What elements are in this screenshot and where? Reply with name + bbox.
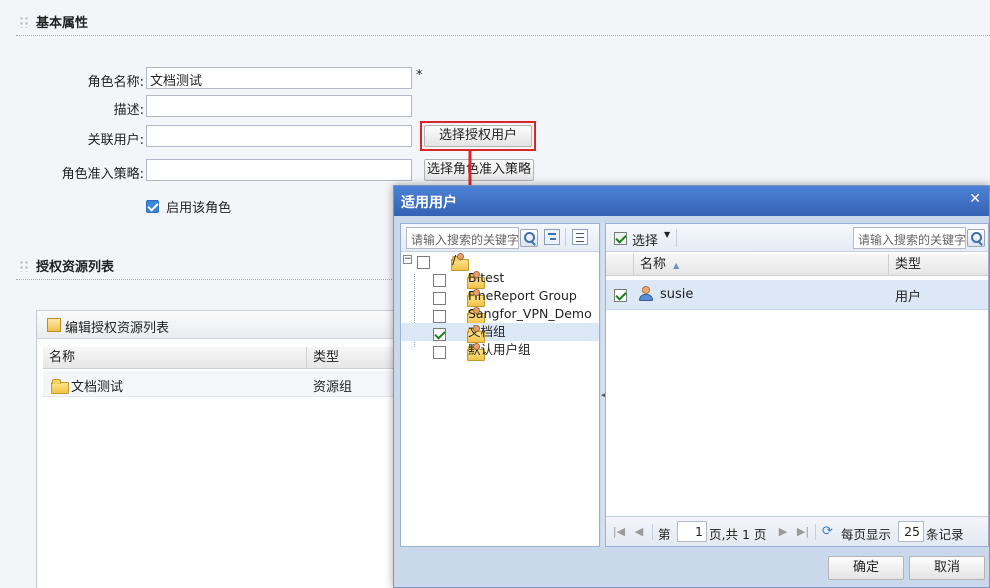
tree-search-input[interactable]: 请输入搜索的关键字 <box>406 227 519 249</box>
basic-section-header: 基本属性 <box>16 12 990 36</box>
description-label: 描述: <box>113 103 144 118</box>
tree-node-sangfor[interactable]: Sangfor_VPN_Demo <box>433 305 592 325</box>
column-name[interactable]: 名称 ▲ <box>634 254 889 276</box>
ok-button[interactable]: 确定 <box>828 556 904 580</box>
user-grid-panel: 选择 ▼ 请输入搜索的关键字 名称 ▲ 类型 susie 用户 |◀ ◀ 第 1… <box>605 223 989 547</box>
tree-node-finereport[interactable]: FineReport Group <box>433 287 577 307</box>
tree-node-root[interactable]: − / <box>403 251 469 271</box>
column-type[interactable]: 类型 <box>889 254 988 276</box>
sort-asc-icon: ▲ <box>673 261 680 270</box>
refresh-icon[interactable]: ⟳ <box>822 524 833 539</box>
tree-node-label: Sangfor_VPN_Demo <box>468 306 592 321</box>
toolbar-divider <box>676 229 677 247</box>
tree-node-label: / <box>452 252 457 267</box>
role-name-input[interactable]: 文档测试 <box>146 67 412 89</box>
tree-checkbox[interactable] <box>433 346 446 359</box>
dropdown-arrow-icon[interactable]: ▼ <box>664 230 670 239</box>
page-prefix: 第 <box>658 527 671 542</box>
cancel-button[interactable]: 取消 <box>909 556 985 580</box>
resource-edit-title[interactable]: 编辑授权资源列表 <box>65 317 169 336</box>
last-page-icon[interactable]: ▶| <box>796 521 810 543</box>
collapse-icon[interactable]: − <box>403 255 412 264</box>
column-name[interactable]: 名称 <box>43 347 307 369</box>
close-icon[interactable]: ✕ <box>969 191 981 207</box>
resource-row-name: 文档测试 <box>71 380 124 395</box>
tree-checkbox[interactable] <box>433 310 446 323</box>
grid-toolbar: 选择 ▼ 请输入搜索的关键字 <box>606 224 988 252</box>
enable-role-checkbox[interactable] <box>146 200 159 213</box>
assoc-user-label: 关联用户: <box>87 133 144 148</box>
page-number-input[interactable]: 1 <box>677 521 707 542</box>
user-icon <box>639 286 653 302</box>
tree-checkbox[interactable] <box>433 274 446 287</box>
tree-node-label: FineReport Group <box>468 288 577 303</box>
column-check <box>606 254 634 276</box>
user-row-name: susie <box>660 287 694 302</box>
tree-checkbox[interactable] <box>417 256 430 269</box>
edit-icon <box>47 318 61 332</box>
resource-section-title: 授权资源列表 <box>36 260 115 275</box>
toolbar-divider <box>815 524 816 540</box>
row-checkbox[interactable] <box>614 289 627 302</box>
resource-row-type: 资源组 <box>313 380 353 395</box>
required-mark: * <box>416 68 423 83</box>
grid-search-input[interactable]: 请输入搜索的关键字 <box>853 227 966 249</box>
table-row[interactable]: 文档测试 资源组 <box>43 371 417 397</box>
tree-checkbox[interactable] <box>433 328 446 341</box>
enable-role-toggle[interactable]: 启用该角色 <box>146 197 231 216</box>
search-icon[interactable] <box>520 229 538 247</box>
search-icon[interactable] <box>967 229 985 247</box>
folder-icon <box>51 379 69 394</box>
dialog-titlebar[interactable]: 适用用户 ✕ <box>394 186 989 216</box>
per-page-prefix: 每页显示 <box>841 527 892 542</box>
expand-tree-icon[interactable] <box>544 229 560 245</box>
toolbar-divider <box>565 228 566 246</box>
select-user-button[interactable]: 选择授权用户 <box>424 125 532 147</box>
table-row[interactable]: susie 用户 <box>606 280 988 310</box>
per-page-input[interactable]: 25 <box>898 521 924 542</box>
toolbar-divider <box>652 524 653 540</box>
dialog-title: 适用用户 <box>401 195 457 211</box>
user-row-type: 用户 <box>895 290 922 305</box>
resource-grid-header: 名称 类型 <box>43 347 417 369</box>
prev-page-icon[interactable]: ◀ <box>632 521 646 543</box>
user-group-tree-panel: 请输入搜索的关键字 − / BItest FineReport Group Sa… <box>400 223 600 547</box>
policy-label: 角色准入策略: <box>61 167 144 182</box>
tree-node-docgroup[interactable]: 文档组 <box>433 323 506 343</box>
basic-section-title: 基本属性 <box>36 16 89 31</box>
drag-grip-icon <box>19 16 29 28</box>
list-view-icon[interactable] <box>572 229 588 245</box>
tree-toolbar: 请输入搜索的关键字 <box>401 224 599 252</box>
select-button-label[interactable]: 选择 <box>632 230 658 249</box>
next-page-icon[interactable]: ▶ <box>776 521 790 543</box>
tree-node-bitest[interactable]: BItest <box>433 269 504 289</box>
pager-bar: |◀ ◀ 第 1 页,共 1 页 ▶ ▶| ⟳ 每页显示 25 条记录 <box>606 516 988 546</box>
tree-checkbox[interactable] <box>433 292 446 305</box>
select-menu[interactable] <box>614 230 630 245</box>
first-page-icon[interactable]: |◀ <box>612 521 626 543</box>
user-grid-header: 名称 ▲ 类型 <box>606 254 988 276</box>
resource-panel: 编辑授权资源列表 名称 类型 文档测试 资源组 <box>36 310 417 588</box>
drag-grip-icon <box>19 260 29 272</box>
select-check-icon <box>614 232 627 245</box>
per-page-suffix: 条记录 <box>926 527 964 542</box>
enable-role-label: 启用该角色 <box>166 201 232 216</box>
dialog-window: 适用用户 ✕ 请输入搜索的关键字 − / BItest FineReport G… <box>393 185 990 588</box>
resource-panel-header: 编辑授权资源列表 <box>37 311 415 339</box>
description-input[interactable] <box>146 95 412 117</box>
tree-node-default[interactable]: 默认用户组 <box>433 341 531 361</box>
assoc-user-input[interactable] <box>146 125 412 147</box>
role-name-label: 角色名称: <box>87 75 144 90</box>
policy-input[interactable] <box>146 159 412 181</box>
page-suffix: 页,共 1 页 <box>709 527 767 542</box>
